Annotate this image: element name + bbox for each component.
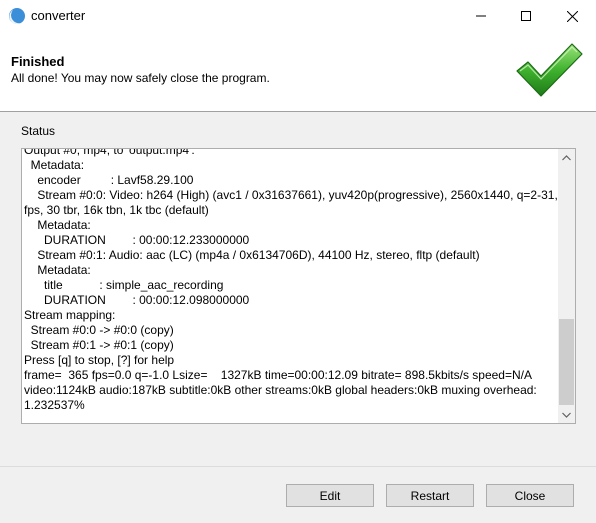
minimize-icon [476,15,486,17]
restart-button[interactable]: Restart [386,484,474,507]
log-line: Metadata: [24,263,91,277]
log-line: DURATION : 00:00:12.233000000 [24,233,250,247]
page-subtitle: All done! You may now safely close the p… [11,71,270,85]
page-title: Finished [11,54,65,69]
log-line: Stream #0:1: Audio: aac (LC) (mp4a / 0x6… [24,248,480,262]
footer-divider [0,466,596,467]
log-line: frame= 365 fps=0.0 q=-1.0 Lsize= 1327kB … [24,368,532,382]
log-line: fps, 30 tbr, 16k tbn, 1k tbc (default) [24,203,209,217]
scroll-down-button[interactable] [558,406,575,423]
maximize-icon [521,11,531,21]
green-checkmark-icon [516,43,583,97]
minimize-button[interactable] [458,0,504,32]
log-line: Stream #0:1 -> #0:1 (copy) [24,338,174,352]
log-line: Output #0, mp4, to 'output.mp4': [24,149,195,157]
vertical-scrollbar[interactable] [558,149,575,423]
log-line: Press [q] to stop, [?] for help [24,353,175,367]
log-line: encoder : Lavf58.29.100 [24,173,194,187]
log-lines: Output #0, mp4, to 'output.mp4': Metadat… [24,149,558,413]
close-button[interactable]: Close [486,484,574,507]
log-viewport: Output #0, mp4, to 'output.mp4': Metadat… [22,149,558,423]
edit-button[interactable]: Edit [286,484,374,507]
close-window-button[interactable] [549,0,595,32]
log-line: Metadata: [24,158,85,172]
maximize-button[interactable] [503,0,549,32]
scroll-up-button[interactable] [558,149,575,166]
wizard-header: Finished All done! You may now safely cl… [0,32,596,111]
log-line: Stream mapping: [24,308,116,322]
status-label: Status [21,124,56,138]
title-bar[interactable]: converter [0,0,596,32]
chevron-up-icon [562,154,571,160]
log-line: Stream #0:0: Video: h264 (High) (avc1 / … [24,188,558,202]
log-line: title : simple_aac_recording [24,278,224,292]
log-line: DURATION : 00:00:12.098000000 [24,293,250,307]
log-line: video:1124kB audio:187kB subtitle:0kB ot… [24,383,537,397]
chevron-down-icon [562,412,571,418]
window-title: converter [31,8,86,23]
log-line: Metadata: [24,218,91,232]
scroll-thumb[interactable] [559,319,574,405]
content-area: Status Output #0, mp4, to 'output.mp4': … [0,112,596,523]
status-log[interactable]: Output #0, mp4, to 'output.mp4': Metadat… [21,148,576,424]
close-icon [566,10,578,22]
log-line: Stream #0:0 -> #0:0 (copy) [24,323,174,337]
app-logo-icon [9,8,25,25]
log-line: 1.232537% [24,398,85,412]
